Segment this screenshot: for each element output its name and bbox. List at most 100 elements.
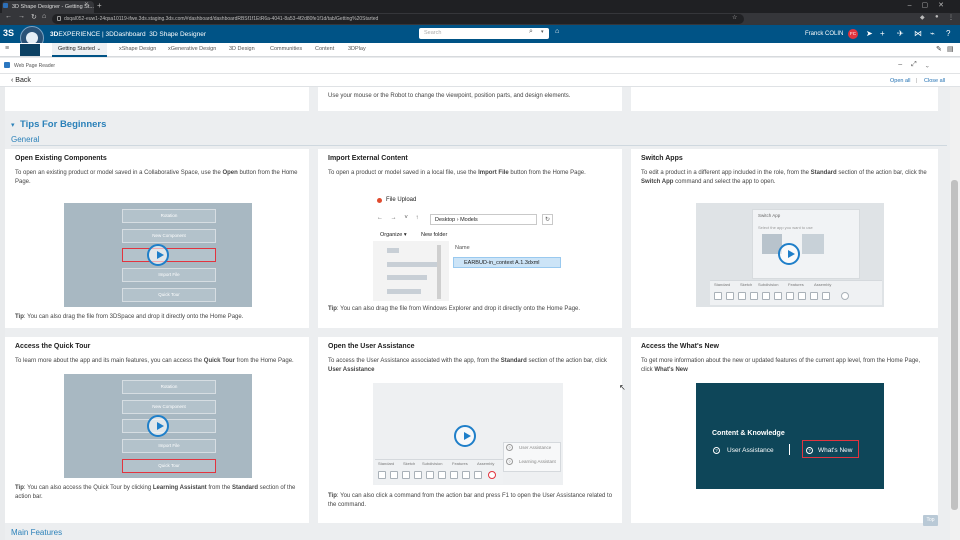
organize-label: Organize: [380, 232, 403, 238]
tip-text: You can also click a command from the ac…: [328, 493, 613, 508]
tip-text: You can also drag the file from 3DSpace …: [27, 314, 244, 320]
user-assistance-label: User Assistance: [727, 447, 774, 454]
notifications-icon[interactable]: ⌁: [930, 29, 935, 38]
play-icon[interactable]: [778, 243, 800, 265]
help-icon: ?: [506, 458, 513, 465]
back-arrow-icon[interactable]: ←: [5, 13, 12, 20]
scrollbar-thumb[interactable]: [951, 180, 958, 510]
tab-content[interactable]: Content: [315, 46, 334, 52]
reload-icon[interactable]: ↻: [31, 13, 37, 21]
window-controls[interactable]: –▢✕: [908, 1, 954, 9]
play-icon[interactable]: [147, 244, 169, 266]
edit-icon[interactable]: ✎: [936, 45, 942, 53]
back-button[interactable]: ‹ Back: [11, 77, 31, 84]
bookmark-star-icon[interactable]: ☆: [732, 14, 737, 21]
close-all-link[interactable]: Close all: [924, 78, 945, 84]
toolbar-command-icon: [402, 471, 410, 479]
next-section-title[interactable]: Main Features: [11, 528, 62, 537]
menu-open: [122, 248, 216, 262]
extensions-icon[interactable]: ◆: [920, 14, 925, 21]
path-segment: Desktop: [435, 217, 456, 223]
desc-bold: Open: [222, 170, 238, 176]
close-tab-icon[interactable]: ✕: [84, 1, 89, 8]
toolbar-command-icon: [390, 471, 398, 479]
path-segment: Models: [460, 217, 478, 223]
back-to-top-button[interactable]: Top: [923, 515, 938, 526]
toolbar-command-icon: [774, 292, 782, 300]
tip-label: Tip: [328, 493, 337, 499]
tree-item: [387, 275, 427, 280]
toolbar-command-icon: [714, 292, 722, 300]
tab-communities[interactable]: Communities: [270, 46, 302, 52]
tip-text: You can also drag the file from Windows …: [340, 306, 581, 312]
subsection-title: General: [11, 135, 40, 144]
profile-icon[interactable]: ●: [935, 14, 939, 20]
tag-icon[interactable]: ⌂: [555, 28, 559, 35]
widget-title: Web Page Reader: [14, 63, 56, 69]
menu-rotation: Rotation: [122, 209, 216, 223]
desc-bold: User Assistance: [328, 367, 375, 373]
share-icon[interactable]: ➤: [866, 29, 873, 38]
content-knowledge-heading: Content & Knowledge: [712, 430, 785, 437]
card-tip: Tip: You can also click a command from t…: [328, 493, 613, 508]
prev-card-text: Use your mouse or the Robot to change th…: [328, 93, 571, 99]
desc-bold: Import File: [478, 170, 509, 176]
play-icon[interactable]: [454, 425, 476, 447]
toolbar-tab: Subdivision: [758, 282, 779, 287]
tab-3dplay[interactable]: 3DPlay: [348, 46, 366, 52]
chevron-down-icon[interactable]: ▾: [541, 29, 544, 35]
toolbar-command-icon: [786, 292, 794, 300]
forward-arrow-icon[interactable]: →: [18, 13, 25, 20]
toolbar-tab: Standard: [714, 282, 731, 287]
card-import-external: Import External Content To open a produc…: [318, 149, 622, 328]
home-icon[interactable]: ⌂: [42, 13, 46, 20]
card-tip: Tip: You can also drag the file from 3DS…: [15, 314, 244, 320]
tip-bold: Standard: [232, 485, 259, 491]
chat-icon[interactable]: ▤: [947, 45, 954, 53]
search-icon[interactable]: ⌕: [529, 28, 533, 36]
collapse-caret-icon[interactable]: ▾: [11, 121, 15, 129]
card-open-existing: Open Existing Components To open an exis…: [5, 149, 309, 328]
brand-text: EXPERIENCE | 3DDashboard: [58, 31, 146, 38]
desc-text: from the Home Page.: [235, 358, 294, 364]
avatar[interactable]: FC: [848, 29, 858, 39]
desc-text: command and select the app to open.: [673, 179, 776, 185]
whats-new-label: What's New: [818, 447, 853, 454]
play-icon[interactable]: [147, 415, 169, 437]
collaborate-icon[interactable]: ✈: [897, 29, 904, 38]
tab-xgenerative-design[interactable]: xGenerative Design: [168, 46, 216, 52]
toolbar-tab: Assembly: [814, 282, 832, 287]
dashboard-logo-icon: [20, 44, 40, 58]
app-name: 3D Shape Designer: [149, 31, 206, 38]
card-title: Open the User Assistance: [328, 343, 415, 350]
tip-label: Tip: [15, 314, 24, 320]
network-icon[interactable]: ⋈: [914, 29, 922, 38]
lock-icon: [57, 16, 61, 21]
app-thumbnail: [802, 234, 824, 254]
user-name[interactable]: Franck COLIN: [805, 31, 843, 37]
tab-xshape-design[interactable]: xShape Design: [119, 46, 156, 52]
add-icon[interactable]: +: [880, 29, 885, 38]
section-title[interactable]: Tips For Beginners: [20, 119, 106, 130]
card-title: Access the What's New: [641, 343, 719, 350]
toolbar-tab: Features: [452, 461, 468, 466]
chrome-icon: [377, 198, 382, 203]
menu-icon[interactable]: ≡: [5, 45, 9, 52]
new-tab-icon[interactable]: +: [97, 1, 102, 10]
open-all-link[interactable]: Open all: [890, 78, 911, 84]
switch-app-prompt: Select the app you want to use: [758, 225, 813, 230]
tab-getting-started[interactable]: Getting Started ⌄: [52, 43, 108, 57]
switch-app-illustration: Switch App Select the app you want to us…: [696, 203, 884, 307]
card-description: To open a product or model saved in a lo…: [328, 169, 618, 178]
dialog-path: Desktop › Models: [430, 214, 537, 225]
widget-controls[interactable]: –⤢⌄: [898, 61, 938, 69]
desc-text: section of the action bar, click: [526, 358, 607, 364]
help-icon[interactable]: ?: [946, 29, 950, 38]
browser-tab[interactable]: 3D Shape Designer - Getting St...: [2, 1, 94, 13]
browser-menu-icon[interactable]: ⋮: [948, 14, 954, 21]
dialog-new-folder: New folder: [421, 232, 448, 238]
card-tip: Tip: You can also access the Quick Tour …: [15, 485, 296, 500]
help-menu-item: User Assistance: [519, 445, 552, 450]
tab-3d-design[interactable]: 3D Design: [229, 46, 255, 52]
url-input[interactable]: dsqal052-euw1-24qsa10119-ifwe.3ds.stagin…: [52, 14, 744, 24]
